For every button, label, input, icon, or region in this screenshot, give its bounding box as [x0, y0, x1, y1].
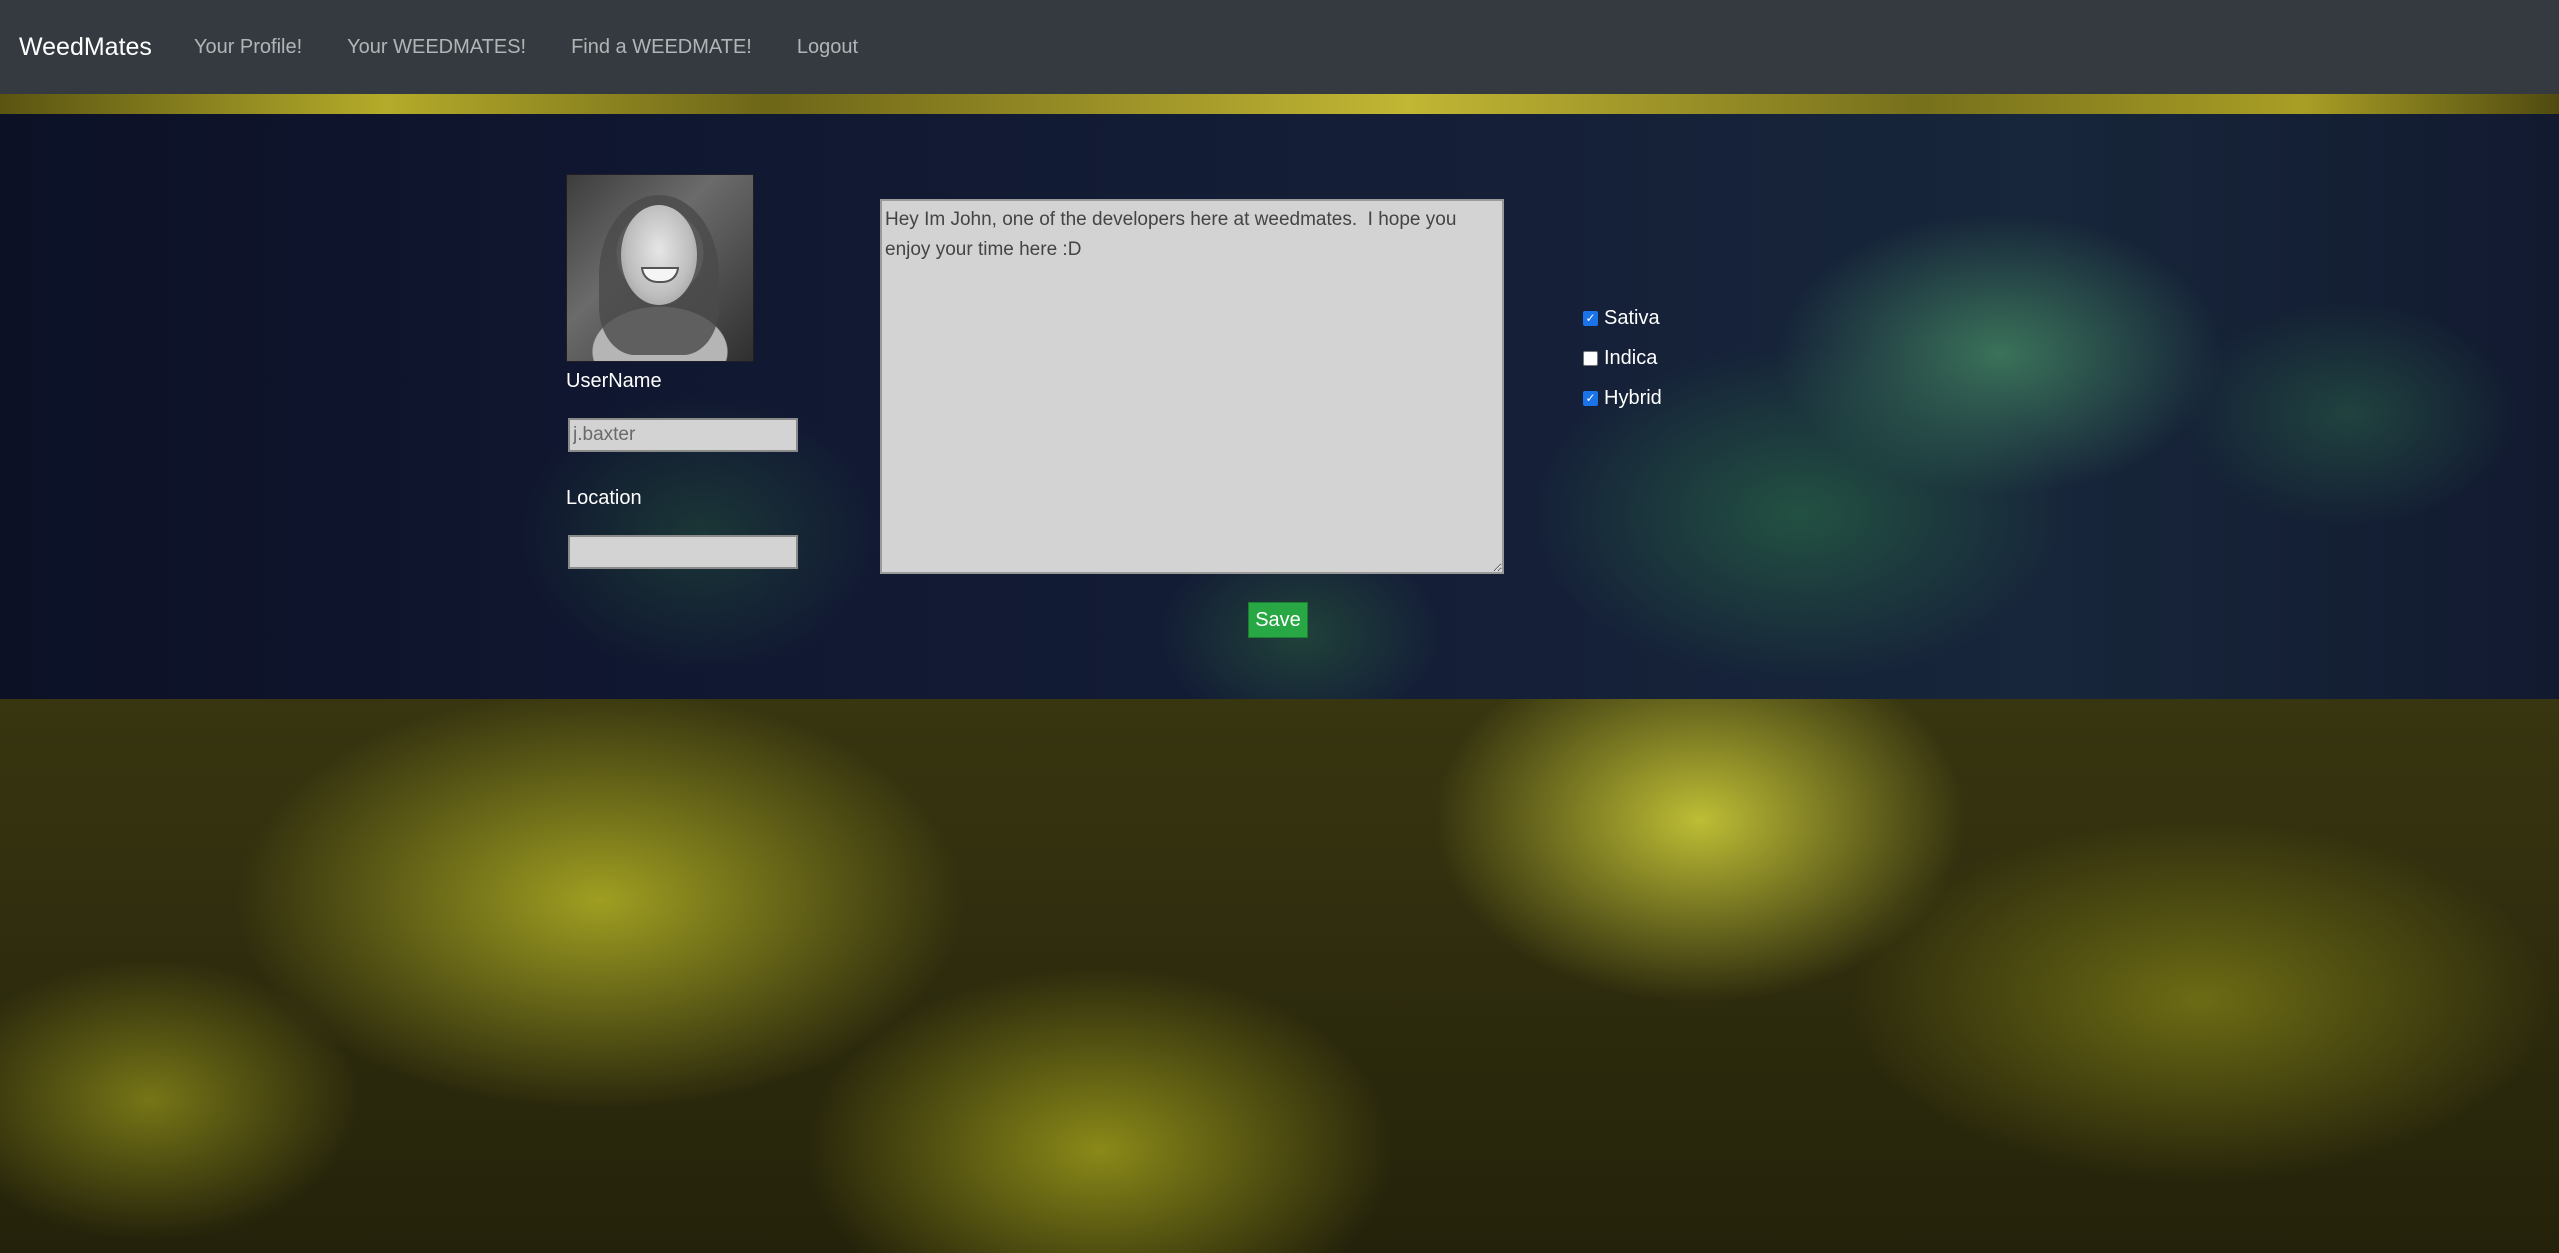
strain-option-sativa[interactable]: ✓ Sativa — [1583, 298, 1662, 338]
username-label: UserName — [566, 370, 662, 392]
navbar: WeedMates Your Profile! Your WEEDMATES! … — [0, 0, 2559, 94]
strain-option-hybrid[interactable]: ✓ Hybrid — [1583, 378, 1662, 418]
save-button[interactable]: Save — [1248, 602, 1308, 638]
checkmark-icon: ✓ — [1585, 391, 1596, 405]
checkmark-icon: ✓ — [1585, 311, 1596, 325]
background-strip — [0, 94, 2559, 114]
strain-checkboxes: ✓ Sativa Indica ✓ Hybrid — [1583, 298, 1662, 418]
username-input[interactable] — [568, 418, 798, 452]
bio-textarea[interactable]: Hey Im John, one of the developers here … — [880, 199, 1504, 574]
checkbox-indica[interactable] — [1583, 350, 1598, 366]
strain-label-sativa: Sativa — [1604, 306, 1660, 329]
nav-link-logout[interactable]: Logout — [797, 36, 858, 59]
strain-option-indica[interactable]: Indica — [1583, 338, 1662, 378]
checkbox-sativa[interactable]: ✓ — [1583, 310, 1598, 326]
nav-link-your-weedmates[interactable]: Your WEEDMATES! — [347, 36, 526, 59]
profile-avatar — [566, 174, 754, 362]
location-label: Location — [566, 487, 642, 509]
brand-link[interactable]: WeedMates — [19, 33, 152, 62]
nav-link-find-weedmate[interactable]: Find a WEEDMATE! — [571, 36, 752, 59]
checkbox-hybrid[interactable]: ✓ — [1583, 390, 1598, 406]
strain-label-hybrid: Hybrid — [1604, 386, 1662, 409]
avatar-face — [621, 205, 697, 305]
nav-link-your-profile[interactable]: Your Profile! — [194, 36, 302, 59]
location-input[interactable] — [568, 535, 798, 569]
strain-label-indica: Indica — [1604, 346, 1658, 369]
